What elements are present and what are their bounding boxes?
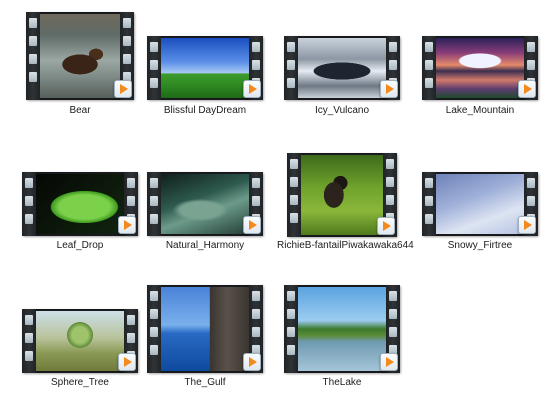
video-item-leaf-drop[interactable]: Leaf_Drop — [15, 153, 145, 259]
video-item-thelake[interactable]: TheLake — [277, 285, 407, 391]
leaf-drop-image — [36, 174, 124, 234]
video-item-natural-harmony[interactable]: Natural_Harmony — [140, 153, 270, 259]
play-icon — [518, 216, 536, 234]
play-icon — [243, 80, 261, 98]
video-item-sphere-tree[interactable]: Sphere_Tree — [15, 285, 145, 391]
video-label: Snowy_Firtree — [447, 240, 513, 251]
video-item-blissful-daydream[interactable]: Blissful DayDream — [140, 12, 270, 118]
play-icon — [118, 353, 136, 371]
sphere-tree-image — [36, 311, 124, 371]
video-label: TheLake — [322, 377, 362, 388]
play-icon — [118, 216, 136, 234]
video-thumbnail[interactable] — [284, 285, 400, 373]
video-item-lake-mountain[interactable]: Lake_Mountain — [415, 12, 545, 118]
video-thumbnail[interactable] — [422, 36, 538, 100]
natural-harmony-image — [161, 174, 249, 234]
video-thumbnail[interactable] — [22, 172, 138, 236]
video-thumbnail[interactable] — [284, 36, 400, 100]
icy-volcano-image — [298, 38, 386, 98]
video-thumbnail[interactable] — [22, 309, 138, 373]
video-file-grid: Bear Blissful DayDream Icy_Vulcano Lake_… — [0, 0, 550, 410]
video-label: Icy_Vulcano — [314, 105, 370, 116]
video-label: Natural_Harmony — [165, 240, 245, 251]
video-thumbnail[interactable] — [147, 285, 263, 373]
play-icon — [518, 80, 536, 98]
video-item-the-gulf[interactable]: The_Gulf — [140, 285, 270, 391]
video-item-fantail[interactable]: RichieB-fantailPiwakawaka644 — [277, 153, 414, 259]
video-thumbnail[interactable] — [147, 172, 263, 236]
play-icon — [114, 80, 132, 98]
video-label: The_Gulf — [184, 377, 226, 388]
video-label: Lake_Mountain — [445, 105, 515, 116]
video-label: Blissful DayDream — [163, 105, 247, 116]
fantail-bird-image — [301, 155, 383, 235]
play-icon — [380, 353, 398, 371]
video-thumbnail[interactable] — [287, 153, 397, 237]
play-icon — [243, 216, 261, 234]
video-label: Bear — [69, 105, 91, 116]
video-item-bear[interactable]: Bear — [15, 12, 145, 118]
video-label: Sphere_Tree — [51, 377, 109, 388]
video-thumbnail[interactable] — [422, 172, 538, 236]
lake-image — [298, 287, 386, 371]
video-thumbnail[interactable] — [147, 36, 263, 100]
video-item-icy-vulcano[interactable]: Icy_Vulcano — [277, 12, 407, 118]
snowy-firtree-image — [436, 174, 524, 234]
video-label: Leaf_Drop — [56, 240, 104, 251]
play-icon — [377, 217, 395, 235]
bear-in-river-image — [40, 14, 120, 98]
play-icon — [243, 353, 261, 371]
mountain-lake-image — [436, 38, 524, 98]
gulf-image — [161, 287, 249, 371]
video-thumbnail[interactable] — [26, 12, 134, 100]
green-hill-image — [161, 38, 249, 98]
play-icon — [380, 80, 398, 98]
video-item-snowy-firtree[interactable]: Snowy_Firtree — [415, 153, 545, 259]
video-label: RichieB-fantailPiwakawaka644 — [277, 240, 414, 251]
